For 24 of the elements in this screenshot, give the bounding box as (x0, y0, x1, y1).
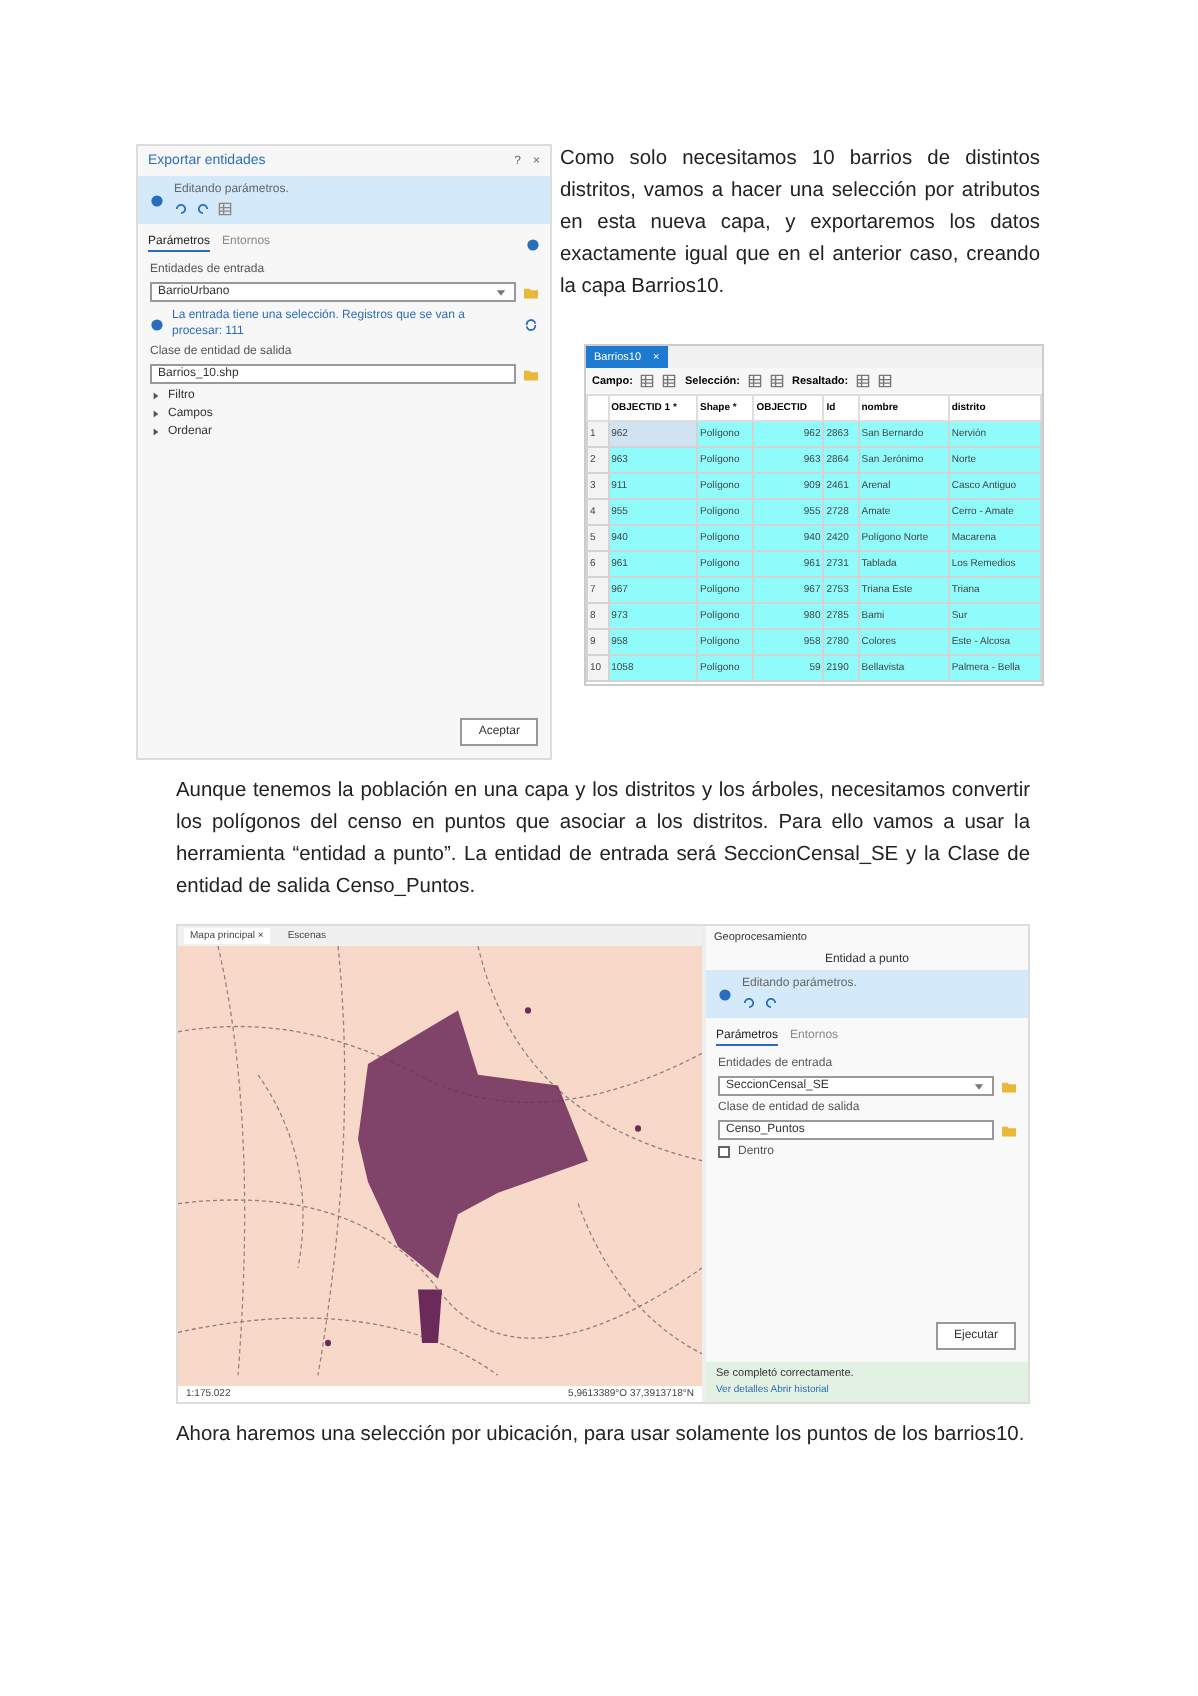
grid-icon[interactable] (218, 202, 232, 216)
redo-icon[interactable] (196, 202, 210, 216)
grid-icon[interactable] (856, 374, 871, 388)
caret-icon[interactable] (150, 390, 162, 402)
grid-icon[interactable] (640, 374, 655, 388)
redo-icon[interactable] (764, 996, 778, 1010)
caret-icon (494, 285, 508, 299)
grid-icon[interactable] (748, 374, 762, 388)
paragraph: Ahora haremos una selección por ubicación, para usar solamente los puntos de los barrios10. (176, 1422, 1027, 1450)
grid-icon[interactable] (770, 374, 784, 388)
info-icon (150, 317, 164, 331)
info-icon[interactable] (718, 987, 732, 1001)
paragraph: Como solo necesitamos 10 barrios de distintos distritos, vamos a hacer una selección por atributos en esta nueva capa, y exportaremos los datos exactamente igual que en el anterior caso, creando la capa Barrios10. (560, 146, 1040, 302)
undo-icon[interactable] (174, 202, 188, 216)
caret-icon[interactable] (150, 408, 162, 420)
grid-icon[interactable] (878, 374, 893, 388)
caret-icon[interactable] (150, 426, 162, 438)
undo-icon[interactable] (742, 996, 756, 1010)
caret-icon (972, 1079, 986, 1093)
paragraph: Aunque tenemos la población en una capa y los distritos y los árboles, necesitamos convertir los polígonos del censo en puntos que asociar a los distritos. Para ello vamos a usar la herramienta “entidad a punto”. La entidad de entrada será SeccionCensal_SE y la Clase de entidad de salida Censo_Puntos. (176, 778, 1030, 902)
refresh-icon[interactable] (524, 317, 538, 331)
info-icon[interactable] (150, 193, 164, 207)
grid-icon[interactable] (662, 374, 677, 388)
checkbox[interactable] (718, 1146, 730, 1158)
